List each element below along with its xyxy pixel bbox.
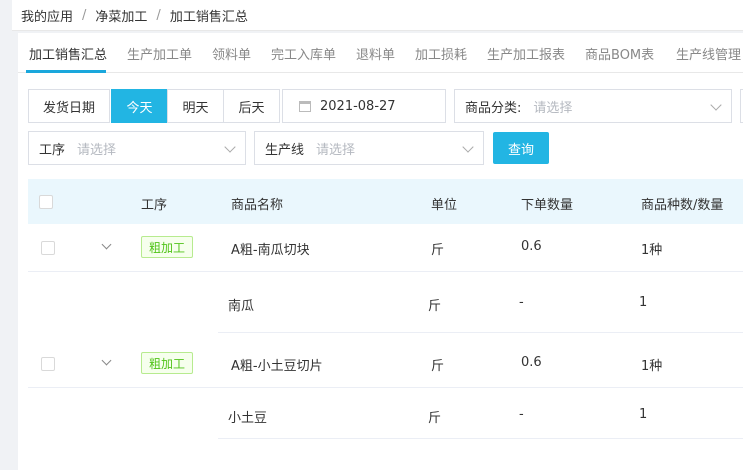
tab-bar: 加工销售汇总 生产加工单 领料单 完工入库单 退料单 加工损耗 生产加工报表 商… xyxy=(18,33,743,73)
unit: 斤 xyxy=(431,359,445,374)
header-kinds-qty: 商品种数/数量 xyxy=(641,198,724,213)
tab-processing-loss[interactable]: 加工损耗 xyxy=(415,44,467,63)
left-sidebar-edge xyxy=(0,0,12,470)
date-value: 2021-08-27 xyxy=(320,98,396,114)
tab-material-return[interactable]: 退料单 xyxy=(356,44,395,63)
product-name: A粗-南瓜切块 xyxy=(231,243,310,258)
process-tag: 粗加工 xyxy=(141,236,194,258)
material-kinds-qty: 1 xyxy=(639,407,648,422)
tomorrow-button[interactable]: 明天 xyxy=(167,89,224,123)
row-checkbox[interactable] xyxy=(41,241,55,255)
tab-completion-warehousing[interactable]: 完工入库单 xyxy=(271,44,336,63)
tab-material-requisition[interactable]: 领料单 xyxy=(212,44,251,63)
unit: 斤 xyxy=(431,243,445,258)
breadcrumb-item[interactable]: 我的应用 xyxy=(21,6,73,25)
table-row: 粗加工 A粗-小土豆切片 斤 0.6 1种 xyxy=(28,340,743,388)
process-select[interactable]: 工序 请选择 xyxy=(28,131,246,165)
tab-production-order[interactable]: 生产加工单 xyxy=(127,44,192,63)
category-label: 商品分类: xyxy=(465,100,522,116)
material-kinds-qty: 1 xyxy=(639,295,648,310)
header-unit: 单位 xyxy=(431,198,458,213)
breadcrumb-current: 加工销售汇总 xyxy=(169,9,248,25)
calendar-icon xyxy=(299,100,311,112)
header-process: 工序 xyxy=(141,198,168,213)
chevron-down-icon xyxy=(462,141,474,153)
material-name: 南瓜 xyxy=(228,299,255,314)
chevron-down-icon[interactable] xyxy=(101,239,112,250)
material-order-qty: - xyxy=(519,295,524,310)
table-header: 工序 商品名称 单位 下单数量 商品种数/数量 xyxy=(28,179,743,224)
header-product-name: 商品名称 xyxy=(231,198,284,213)
table-row: 粗加工 A粗-南瓜切块 斤 0.6 1种 xyxy=(28,224,743,272)
breadcrumb-item[interactable]: 净菜加工 xyxy=(95,6,147,25)
tab-product-bom[interactable]: 商品BOM表 xyxy=(585,44,654,63)
breadcrumb-separator: / xyxy=(82,7,87,23)
active-tab-indicator xyxy=(26,70,106,73)
date-picker-input[interactable]: 2021-08-27 xyxy=(282,89,446,123)
table-subrow: 小土豆 斤 - 1 xyxy=(218,389,743,439)
order-qty: 0.6 xyxy=(521,239,542,254)
chevron-down-icon[interactable] xyxy=(101,355,112,366)
production-line-select[interactable]: 生产线 请选择 xyxy=(254,131,484,165)
production-line-placeholder: 请选择 xyxy=(316,142,356,158)
breadcrumb: 我的应用 / 净菜加工 / 加工销售汇总 xyxy=(12,0,743,31)
material-unit: 斤 xyxy=(428,411,442,426)
tab-processing-sales-summary[interactable]: 加工销售汇总 xyxy=(29,44,107,63)
chevron-down-icon xyxy=(224,141,236,153)
chevron-down-icon xyxy=(710,99,722,111)
process-tag: 粗加工 xyxy=(141,352,194,374)
kinds-qty: 1种 xyxy=(641,243,663,258)
order-qty: 0.6 xyxy=(521,355,542,370)
production-line-label: 生产线 xyxy=(265,142,305,158)
header-order-qty: 下单数量 xyxy=(521,198,574,213)
breadcrumb-separator: / xyxy=(156,7,161,23)
query-button[interactable]: 查询 xyxy=(493,132,549,164)
row-checkbox[interactable] xyxy=(41,357,55,371)
table-subrow: 南瓜 斤 - 1 xyxy=(218,273,743,333)
day-after-tomorrow-button[interactable]: 后天 xyxy=(223,89,280,123)
material-order-qty: - xyxy=(519,407,524,422)
product-name: A粗-小土豆切片 xyxy=(231,359,323,374)
category-placeholder: 请选择 xyxy=(533,100,573,116)
delivery-date-button[interactable]: 发货日期 xyxy=(28,89,110,123)
main-panel: 加工销售汇总 生产加工单 领料单 完工入库单 退料单 加工损耗 生产加工报表 商… xyxy=(18,33,743,470)
material-name: 小土豆 xyxy=(228,411,268,426)
select-all-checkbox[interactable] xyxy=(39,195,53,209)
kinds-qty: 1种 xyxy=(641,359,663,374)
today-button[interactable]: 今天 xyxy=(111,89,168,123)
tab-production-report[interactable]: 生产加工报表 xyxy=(487,44,565,63)
process-placeholder: 请选择 xyxy=(77,142,117,158)
tab-production-line-management[interactable]: 生产线管理 xyxy=(676,44,741,63)
process-label: 工序 xyxy=(39,142,66,158)
category-select[interactable]: 商品分类: 请选择 xyxy=(454,89,732,123)
material-unit: 斤 xyxy=(428,299,442,314)
